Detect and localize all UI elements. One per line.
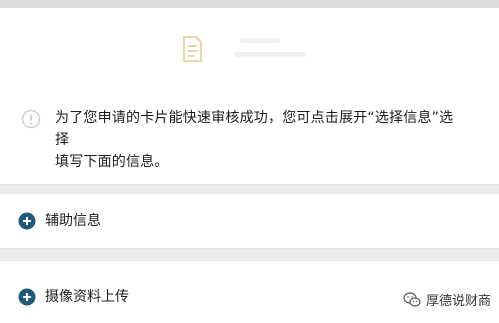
section-label: 摄像资料上传 [45,289,129,305]
section-label: 辅助信息 [45,213,101,229]
watermark-text: 厚德说财商 [425,294,491,309]
section-auxiliary-info[interactable]: 辅助信息 [0,193,499,249]
plus-circle-icon[interactable] [18,288,36,306]
watermark: 厚德说财商 [403,290,491,309]
plus-circle-icon[interactable] [18,212,36,230]
top-strip [0,0,499,8]
notice-text: 为了您申请的卡片能快速审核成功，您可点击展开“选择信息”选择 填写下面的信息。 [55,107,465,173]
faded-line [235,52,305,57]
info-icon [21,109,41,129]
document-icon [183,36,202,62]
wechat-icon [403,291,421,307]
faded-line [240,38,280,43]
notice-line-1: 为了您申请的卡片能快速审核成功，您可点击展开“选择信息”选择 [55,110,454,148]
notice-line-2: 填写下面的信息。 [55,154,169,170]
